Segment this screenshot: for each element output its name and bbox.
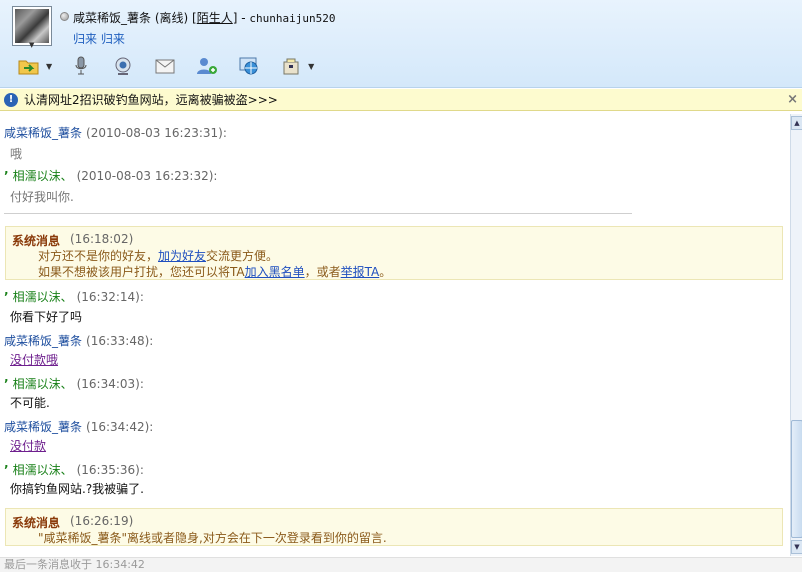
message-time: (2010-08-03 16:23:31): [86,126,227,140]
system-message: 系统消息 (16:18:02) 对方还不是你的好友，加为好友交流更方便。 如果不… [5,226,783,280]
message-header: ’ 相濡以沫、 (16:34:03): [4,375,144,392]
report-link[interactable]: 举报TA [341,265,380,279]
scroll-down-icon[interactable]: ▼ [791,540,802,554]
sender-name: 咸菜稀饭_薯条 [4,126,83,140]
message-text: 不可能. [10,396,50,410]
message-time: (16:34:42): [86,420,154,434]
sender-name: 相濡以沫、 [12,463,73,477]
system-text: 如果不想被该用户打扰，您还可以将TA [38,265,245,279]
message-text: 哦 [10,147,23,161]
message-time: (16:32:14): [76,290,144,304]
stranger-tag[interactable]: 陌生人 [197,11,233,25]
blacklist-link[interactable]: 加入黑名单 [245,265,305,279]
info-icon: ! [4,92,18,107]
self-marker-icon: ’ [4,290,9,304]
message-link[interactable]: 没付款哦 [10,351,58,368]
message-header: 咸菜稀饭_薯条 (16:34:42): [4,418,153,435]
self-marker-icon: ’ [4,463,9,477]
message-header: ’ 相濡以沫、 (16:35:36): [4,461,144,478]
sender-name: 相濡以沫、 [12,290,73,304]
sender-name: 咸菜稀饭_薯条 [4,334,83,348]
web-icon[interactable] [238,55,260,77]
contact-avatar[interactable] [12,6,52,46]
offline-status-icon [60,12,69,21]
contact-title: 咸菜稀饭_薯条 (离线) [陌生人] - chunhaijun520 [73,9,336,26]
history-divider [4,213,632,214]
message-time: (16:33:48): [86,334,154,348]
system-text: ，或者 [304,265,341,279]
voice-icon[interactable] [70,55,92,77]
mail-icon[interactable] [154,55,176,77]
avatar-dropdown-icon[interactable]: ▼ [29,41,34,49]
message-header: ’ 相濡以沫、 (2010-08-03 16:23:32): [4,167,217,184]
message-time: (2010-08-03 16:23:32): [76,169,218,183]
system-line: "咸菜稀饭_薯条"离线或者隐身,对方会在下一次登录看到你的留言. [38,531,387,545]
self-marker-icon: ’ [4,377,9,391]
system-time: (16:26:19) [70,514,134,528]
app-icon[interactable] [280,55,302,77]
tag-bracket-close: ] [232,11,238,25]
close-icon[interactable]: × [787,92,798,107]
message-text: 付好我叫你. [10,190,74,204]
message-text: 你搞钓鱼网站.?我被骗了. [10,482,144,496]
sender-name: 相濡以沫、 [12,169,73,183]
message-header: ’ 相濡以沫、 (16:32:14): [4,288,144,305]
chat-history[interactable]: 咸菜稀饭_薯条 (2010-08-03 16:23:31): 哦 ’ 相濡以沫、 (2… [0,114,790,556]
contact-signature: 归来 归来 [73,32,125,46]
video-icon[interactable] [112,55,134,77]
add-friend-link[interactable]: 加为好友 [158,249,206,263]
chat-header: ▼ 咸菜稀饭_薯条 (离线) [陌生人] - chunhaijun520 归来 … [0,0,802,88]
message-header: 咸菜稀饭_薯条 (16:33:48): [4,332,153,349]
status-bar: 最后一条消息收于 16:34:42 [0,557,802,572]
system-time: (16:18:02) [70,232,134,246]
scroll-thumb[interactable] [791,420,802,538]
system-line: 对方还不是你的好友，加为好友交流更方便。 [38,247,278,264]
avatar-image [15,9,49,43]
system-text: 交流更方便。 [206,249,279,263]
message-header: 咸菜稀饭_薯条 (2010-08-03 16:23:31): [4,124,227,141]
message-time: (16:34:03): [76,377,144,391]
system-message: 系统消息 (16:26:19) "咸菜稀饭_薯条"离线或者隐身,对方会在下一次登… [5,508,783,546]
security-notice-bar: ! 认清网址2招识破钓鱼网站，远离被骗被盗>>> × [0,89,802,111]
contact-status: (离线) [154,11,189,25]
self-marker-icon: ’ [4,169,9,183]
system-text: 。 [379,265,392,279]
message-link[interactable]: 没付款 [10,437,46,454]
system-line: 如果不想被该用户打扰，您还可以将TA加入黑名单，或者举报TA。 [38,263,391,280]
add-friend-icon[interactable] [196,55,218,77]
notice-link[interactable]: 认清网址2招识破钓鱼网站，远离被骗被盗>>> [24,91,278,108]
contact-name[interactable]: 咸菜稀饭_薯条 [73,11,151,25]
contact-id: chunhaijun520 [249,12,336,25]
chat-scrollbar[interactable]: ▲ ▼ [790,114,802,556]
message-time: (16:35:36): [76,463,144,477]
sender-name: 咸菜稀饭_薯条 [4,420,83,434]
system-text: 对方还不是你的好友， [38,249,159,263]
toolbar: ▼ ▼ [18,54,332,78]
transfer-dropdown-icon[interactable]: ▼ [46,62,52,71]
transfer-file-icon[interactable] [18,55,40,77]
app-dropdown-icon[interactable]: ▼ [308,62,314,71]
scroll-up-icon[interactable]: ▲ [791,116,802,130]
message-text: 你看下好了吗 [10,310,83,324]
sender-name: 相濡以沫、 [12,377,73,391]
